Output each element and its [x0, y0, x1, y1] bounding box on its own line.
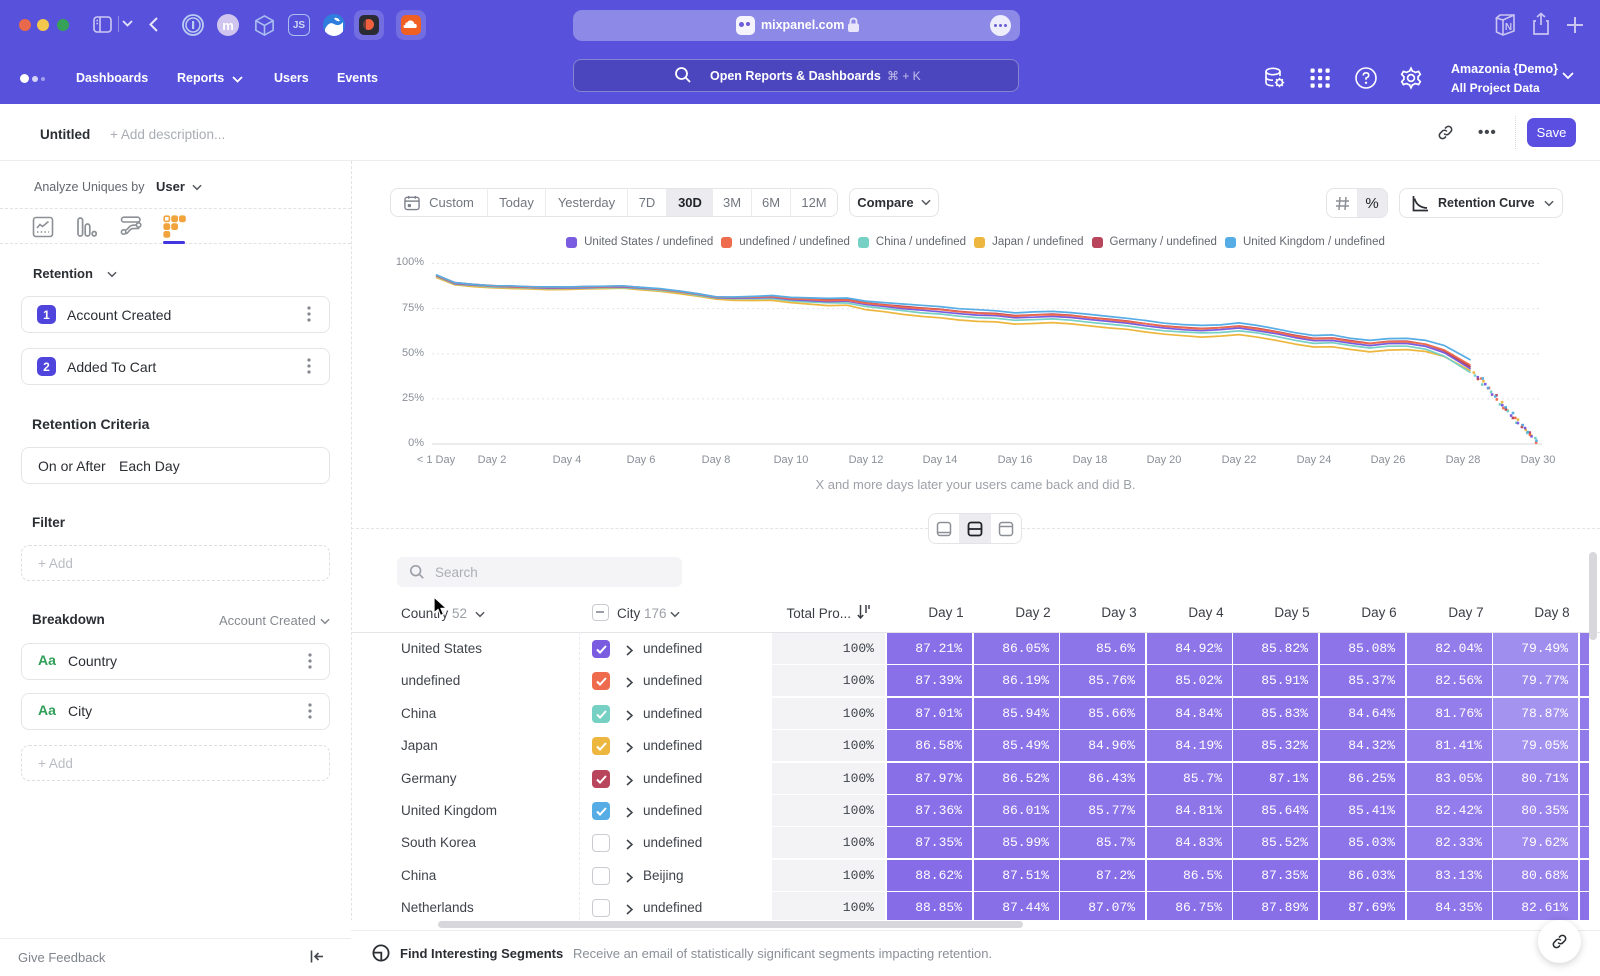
svg-text:N: N — [1505, 22, 1512, 33]
